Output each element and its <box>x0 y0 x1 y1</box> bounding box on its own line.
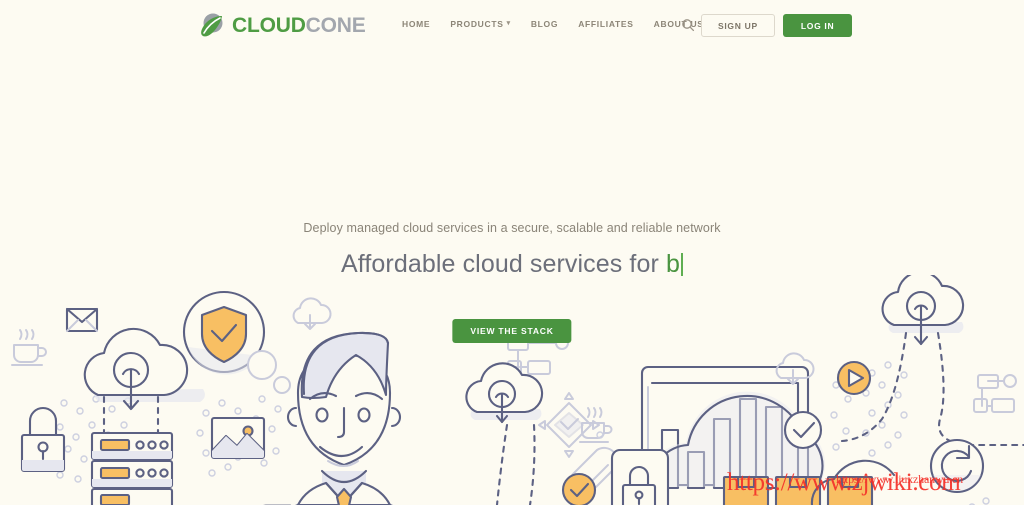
play-button-icon <box>836 360 872 396</box>
brand-name-cone: CONE <box>305 13 366 37</box>
nav-item-blog-label: BLOG <box>530 19 559 29</box>
hero-subtitle: Deploy managed cloud services in a secur… <box>303 221 721 235</box>
hero-title-static: Affordable cloud services for <box>341 250 666 278</box>
check-circle-icon-orange <box>561 472 597 505</box>
nav-item-affiliates[interactable]: AFFILIATES <box>578 19 633 29</box>
dashed-connectors-right <box>840 331 1024 447</box>
padlock-icon-left <box>20 406 66 473</box>
site-header: CLOUDCONE HOME PRODUCTS ▾ BLOG AFFILIATE… <box>0 0 1024 52</box>
header-actions: SIGN UP LOG IN <box>701 14 853 37</box>
nav-item-products[interactable]: PRODUCTS ▾ <box>450 19 511 29</box>
brand-name-cloud: CLOUD <box>232 13 306 37</box>
nav-item-blog[interactable]: BLOG <box>531 19 558 29</box>
typing-cursor <box>680 253 683 276</box>
sitemap-icon-b <box>973 374 1017 413</box>
page-title: Affordable cloud services for b <box>0 250 1024 279</box>
server-rack-icon <box>90 431 174 505</box>
signup-button[interactable]: SIGN UP <box>701 14 775 37</box>
refresh-sync-icon <box>929 438 985 494</box>
mail-icon <box>65 307 99 333</box>
package-boxes <box>722 475 874 505</box>
nav-item-products-label: PRODUCTS <box>450 19 504 29</box>
coffee-cup-icon <box>11 329 47 366</box>
cloud-download-icon-a <box>292 297 332 330</box>
brand-logo-link[interactable]: CLOUDCONE <box>198 11 366 39</box>
nav-item-home-label: HOME <box>402 19 431 29</box>
cloudcone-leaf-logo-icon <box>198 11 226 39</box>
chevron-down-icon: ▾ <box>506 20 511 27</box>
nav-item-about-us[interactable]: ABOUT US <box>654 19 704 29</box>
nav-item-home[interactable]: HOME <box>402 19 430 29</box>
hero-title-typed-word: b <box>665 250 680 278</box>
nav-item-about-us-label: ABOUT US <box>653 19 704 29</box>
cloud-wifi-icon-right <box>881 275 965 346</box>
page-root: .ln { fill:none; stroke:#5c6183; stroke-… <box>0 0 1024 505</box>
dashed-connectors-center <box>495 423 536 505</box>
coffee-cup-icon-2 <box>579 407 613 443</box>
login-button[interactable]: LOG IN <box>782 14 853 37</box>
brand-wordmark: CLOUDCONE <box>232 15 366 36</box>
phone-lock-icon <box>610 448 670 505</box>
check-circle-icon-outline <box>783 410 823 450</box>
cloud-wifi-icon-center <box>465 362 544 424</box>
thought-bubbles <box>247 350 291 394</box>
image-placeholder-icon <box>210 416 266 460</box>
hero-illustration: .ln { fill:none; stroke:#5c6183; stroke-… <box>0 275 1024 505</box>
search-icon[interactable] <box>681 18 695 32</box>
view-the-stack-button[interactable]: VIEW THE STACK <box>452 319 572 343</box>
nav-item-affiliates-label: AFFILIATES <box>578 19 634 29</box>
diamond-clock-icon <box>538 392 600 458</box>
